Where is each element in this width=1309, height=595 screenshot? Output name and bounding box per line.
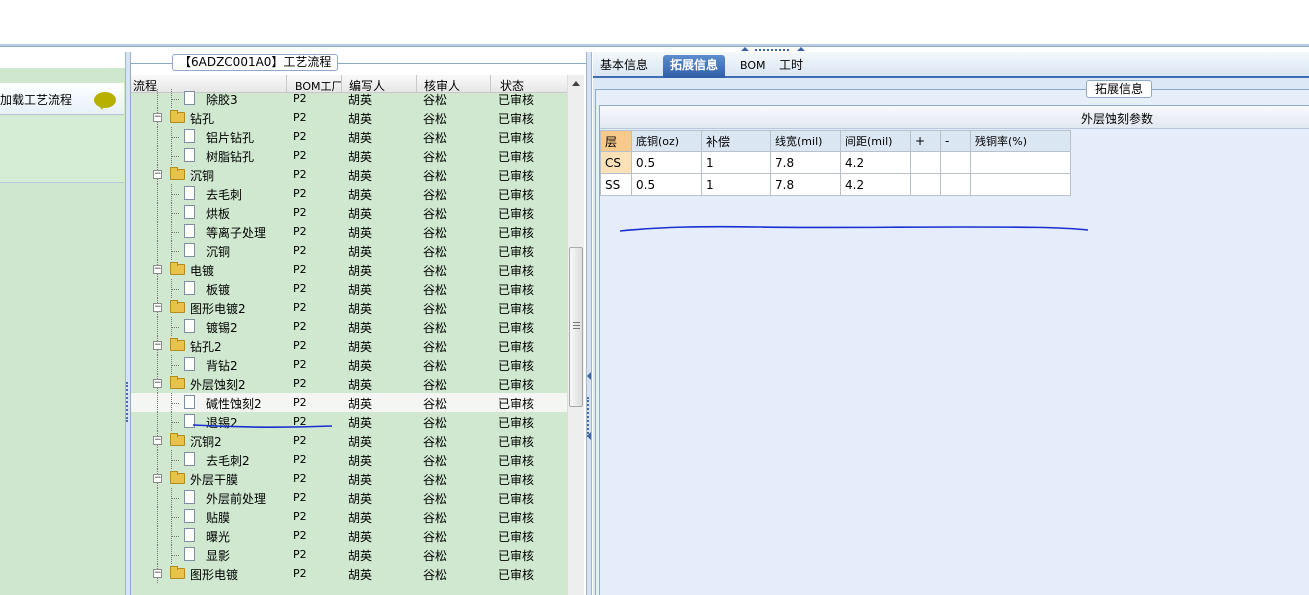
annotation-underline-table xyxy=(619,225,1089,232)
annotation-overlay xyxy=(192,225,1089,428)
annotation-underline-row xyxy=(192,424,333,428)
